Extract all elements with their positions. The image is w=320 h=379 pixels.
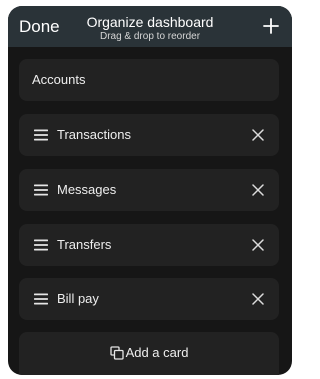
drag-handle-icon[interactable] — [34, 129, 48, 141]
card-label: Messages — [57, 182, 117, 197]
done-button[interactable]: Done — [19, 17, 60, 37]
card-label: Bill pay — [57, 291, 99, 306]
plus-icon[interactable] — [262, 17, 280, 35]
header-title-group: Organize dashboard Drag & drop to reorde… — [68, 14, 232, 43]
card-transactions[interactable]: Transactions — [19, 114, 279, 156]
card-label: Transfers — [57, 237, 112, 252]
add-card-content: Add a card — [19, 344, 279, 362]
card-bill-pay[interactable]: Bill pay — [19, 278, 279, 320]
card-label: Transactions — [57, 127, 131, 142]
close-icon[interactable] — [252, 129, 264, 141]
card-accounts: Accounts — [19, 59, 279, 101]
page-title: Organize dashboard — [86, 14, 214, 30]
add-card-button[interactable]: Add a card — [19, 332, 279, 375]
close-icon[interactable] — [252, 293, 264, 305]
copy-cards-icon — [109, 346, 124, 360]
card-messages[interactable]: Messages — [19, 169, 279, 211]
close-icon[interactable] — [252, 184, 264, 196]
header-bar: Done Organize dashboard Drag & drop to r… — [8, 6, 292, 47]
drag-handle-icon[interactable] — [34, 239, 48, 251]
organize-dashboard-screen: Done Organize dashboard Drag & drop to r… — [8, 6, 292, 375]
drag-handle-icon[interactable] — [34, 184, 48, 196]
page-subtitle: Drag & drop to reorder — [99, 31, 201, 42]
drag-handle-icon[interactable] — [34, 293, 48, 305]
add-card-label: Add a card — [125, 345, 189, 360]
card-label: Accounts — [32, 72, 86, 87]
close-icon[interactable] — [252, 239, 264, 251]
card-transfers[interactable]: Transfers — [19, 224, 279, 266]
